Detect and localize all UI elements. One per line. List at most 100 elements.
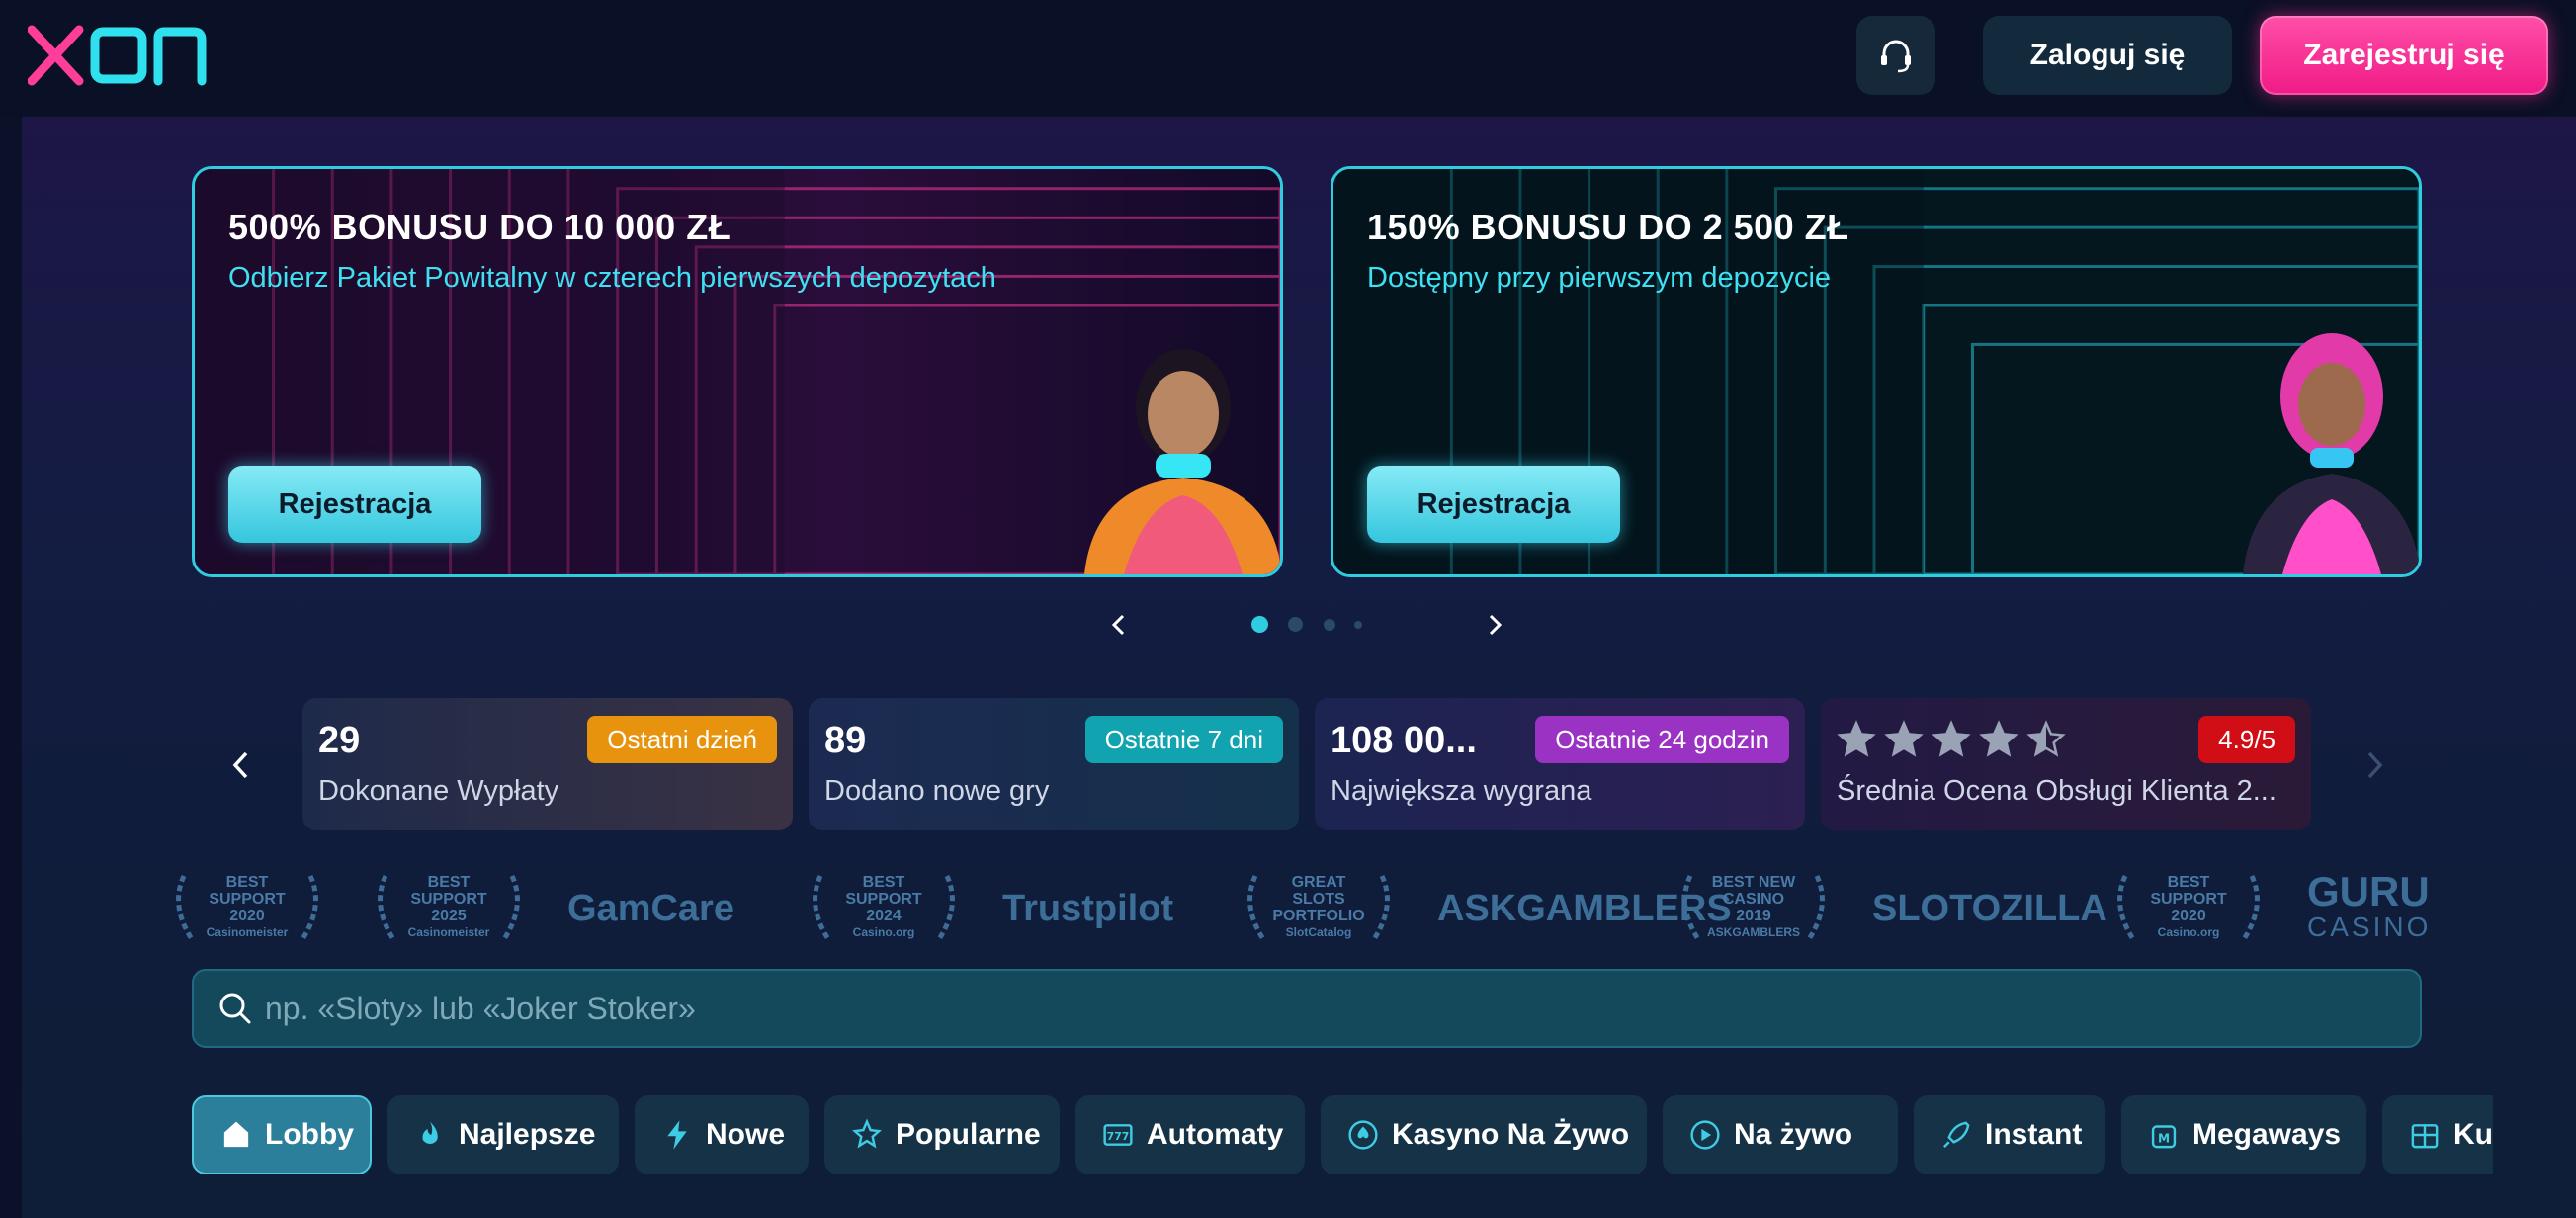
tab-instant[interactable]: Instant xyxy=(1914,1095,2105,1174)
award-line: BEST xyxy=(862,874,905,891)
gift-icon xyxy=(2411,1124,2439,1149)
star-icon xyxy=(1884,720,1924,757)
carousel-dot-1[interactable] xyxy=(1251,616,1268,633)
tab-automaty[interactable]: 777 Automaty xyxy=(1075,1095,1305,1174)
carousel-dot-4[interactable] xyxy=(1354,621,1362,629)
stat-card-rating: 4.9/5 Średnia Ocena Obsługi Klienta 2... xyxy=(1821,698,2311,830)
tab-label: Najlepsze xyxy=(459,1118,596,1151)
banner-subtitle: Dostępny przy pierwszym depozycie xyxy=(1367,262,1832,294)
tab-kupuj[interactable]: Kupuj xyxy=(2382,1095,2493,1174)
lightning-icon xyxy=(667,1120,687,1150)
award-badge: GREAT SLOTS PORTFOLIO SlotCatalog xyxy=(1236,866,1402,947)
award-line: SUPPORT xyxy=(845,891,922,908)
award-text: BEST SUPPORT 2025 Casinomeister xyxy=(366,874,532,941)
award-badge: BEST SUPPORT 2024 Casino.org xyxy=(801,866,967,947)
brand-logo: SLOTOZILLA xyxy=(1872,866,2107,947)
stat-value: 89 xyxy=(824,720,867,761)
support-button[interactable] xyxy=(1856,16,1935,95)
award-line: PORTFOLIO xyxy=(1272,908,1365,924)
chevron-right-icon xyxy=(1489,614,1503,636)
award-line: SLOTS xyxy=(1292,891,1345,908)
tab-label: Na żywo xyxy=(1734,1118,1853,1151)
tab-megaways[interactable]: M Megaways xyxy=(2121,1095,2366,1174)
tab-kasyno-na-żywo[interactable]: Kasyno Na Żywo xyxy=(1321,1095,1647,1174)
tab-nowe[interactable]: Nowe xyxy=(635,1095,809,1174)
tab-label: Kasyno Na Żywo xyxy=(1392,1118,1630,1151)
stat-card-biggest-win: 108 00... Ostatnie 24 godzin Największa … xyxy=(1315,698,1805,830)
spade-icon xyxy=(1348,1120,1378,1150)
banner-register-button[interactable]: Rejestracja xyxy=(1367,466,1620,543)
promo-banner-2[interactable]: 150% BONUSU DO 2 500 ZŁ Dostępny przy pi… xyxy=(1331,166,2422,577)
brand-logo: GamCare xyxy=(567,866,765,947)
banner-subtitle: Odbierz Pakiet Powitalny w czterech pier… xyxy=(228,262,996,294)
carousel-dot-2[interactable] xyxy=(1288,617,1303,632)
brand-name: Trustpilot xyxy=(1002,888,1174,929)
award-line: 2025 xyxy=(431,908,467,924)
character-illustration xyxy=(2243,333,2419,574)
award-line: SUPPORT xyxy=(209,891,286,908)
stat-badge: Ostatnie 7 dni xyxy=(1084,716,1283,763)
play-icon xyxy=(1690,1120,1720,1150)
award-line: GREAT xyxy=(1291,874,1346,891)
tab-lobby[interactable]: Lobby xyxy=(192,1095,372,1174)
stat-badge: 4.9/5 xyxy=(2198,716,2295,763)
award-badge: BEST SUPPORT 2020 Casinomeister xyxy=(164,866,330,947)
brand-logo: ASKGAMBLERS xyxy=(1437,866,1732,947)
carousel-prev-button[interactable] xyxy=(1099,605,1139,645)
register-button[interactable]: Zarejestruj się xyxy=(2260,16,2548,95)
star-icon xyxy=(2026,720,2066,757)
award-text: BEST SUPPORT 2020 Casinomeister xyxy=(164,874,330,941)
search-input[interactable] xyxy=(265,971,2400,1046)
stats-next-button[interactable] xyxy=(2355,745,2394,785)
login-button[interactable]: Zaloguj się xyxy=(1983,16,2232,95)
award-line: SUPPORT xyxy=(2150,891,2227,908)
stat-card-new-games: 89 Ostatnie 7 dni Dodano nowe gry xyxy=(809,698,1299,830)
search-icon xyxy=(219,993,251,1024)
rocket-icon xyxy=(1942,1121,1970,1149)
award-line: Casinomeister xyxy=(206,925,289,939)
brand-logo: Trustpilot xyxy=(1002,866,1200,947)
promo-banner-1[interactable]: 500% BONUSU DO 10 000 ZŁ Odbierz Pakiet … xyxy=(192,166,1283,577)
banner-register-button[interactable]: Rejestracja xyxy=(228,466,481,543)
award-line: BEST NEW xyxy=(1711,874,1796,891)
carousel-dot-3[interactable] xyxy=(1324,619,1335,631)
award-text: GREAT SLOTS PORTFOLIO SlotCatalog xyxy=(1236,874,1402,941)
stat-card-payouts: 29 Ostatni dzień Dokonane Wypłaty xyxy=(302,698,793,830)
star-icon xyxy=(1979,720,2018,757)
award-line: Casinomeister xyxy=(407,925,490,939)
award-line: 2020 xyxy=(229,908,265,924)
megaways-icon: M xyxy=(2151,1125,2177,1149)
award-badge: BEST SUPPORT 2020 Casino.org xyxy=(2105,866,2272,947)
award-line: BEST xyxy=(225,874,269,891)
stat-label: Dokonane Wypłaty xyxy=(318,775,559,807)
star-icon xyxy=(852,1118,882,1149)
tab-najlepsze[interactable]: Najlepsze xyxy=(387,1095,619,1174)
award-line: 2019 xyxy=(1736,908,1771,924)
tab-label: Popularne xyxy=(896,1118,1041,1151)
tab-label: Nowe xyxy=(706,1118,786,1151)
award-line: 2020 xyxy=(2171,908,2206,924)
tab-label: Megaways xyxy=(2192,1118,2342,1151)
slot-machine-icon: 777 xyxy=(1103,1124,1133,1146)
header: Zaloguj się Zarejestruj się xyxy=(0,0,2576,117)
award-line: 2024 xyxy=(866,908,902,924)
tab-label: Kupuj xyxy=(2453,1118,2493,1151)
brand-name: GURU xyxy=(2307,868,2430,914)
stats-prev-button[interactable] xyxy=(221,745,261,785)
award-text: BEST SUPPORT 2024 Casino.org xyxy=(801,874,967,941)
xon-logo[interactable] xyxy=(28,24,210,87)
award-line: SUPPORT xyxy=(410,891,487,908)
stat-label: Największa wygrana xyxy=(1331,775,1592,807)
search-bar[interactable] xyxy=(192,969,2422,1048)
tab-popularne[interactable]: Popularne xyxy=(824,1095,1060,1174)
rating-stars xyxy=(1837,720,2066,759)
tab-label: Lobby xyxy=(265,1118,354,1151)
headset-icon xyxy=(1881,40,1911,73)
award-line: ASKGAMBLERS xyxy=(1706,925,1800,939)
stat-value: 29 xyxy=(318,720,361,761)
carousel-next-button[interactable] xyxy=(1475,605,1514,645)
award-line: BEST xyxy=(427,874,471,891)
tab-na-żywo[interactable]: Na żywo xyxy=(1663,1095,1898,1174)
brand-logo: GURU CASINO xyxy=(2307,866,2446,947)
award-line: BEST xyxy=(2167,874,2210,891)
